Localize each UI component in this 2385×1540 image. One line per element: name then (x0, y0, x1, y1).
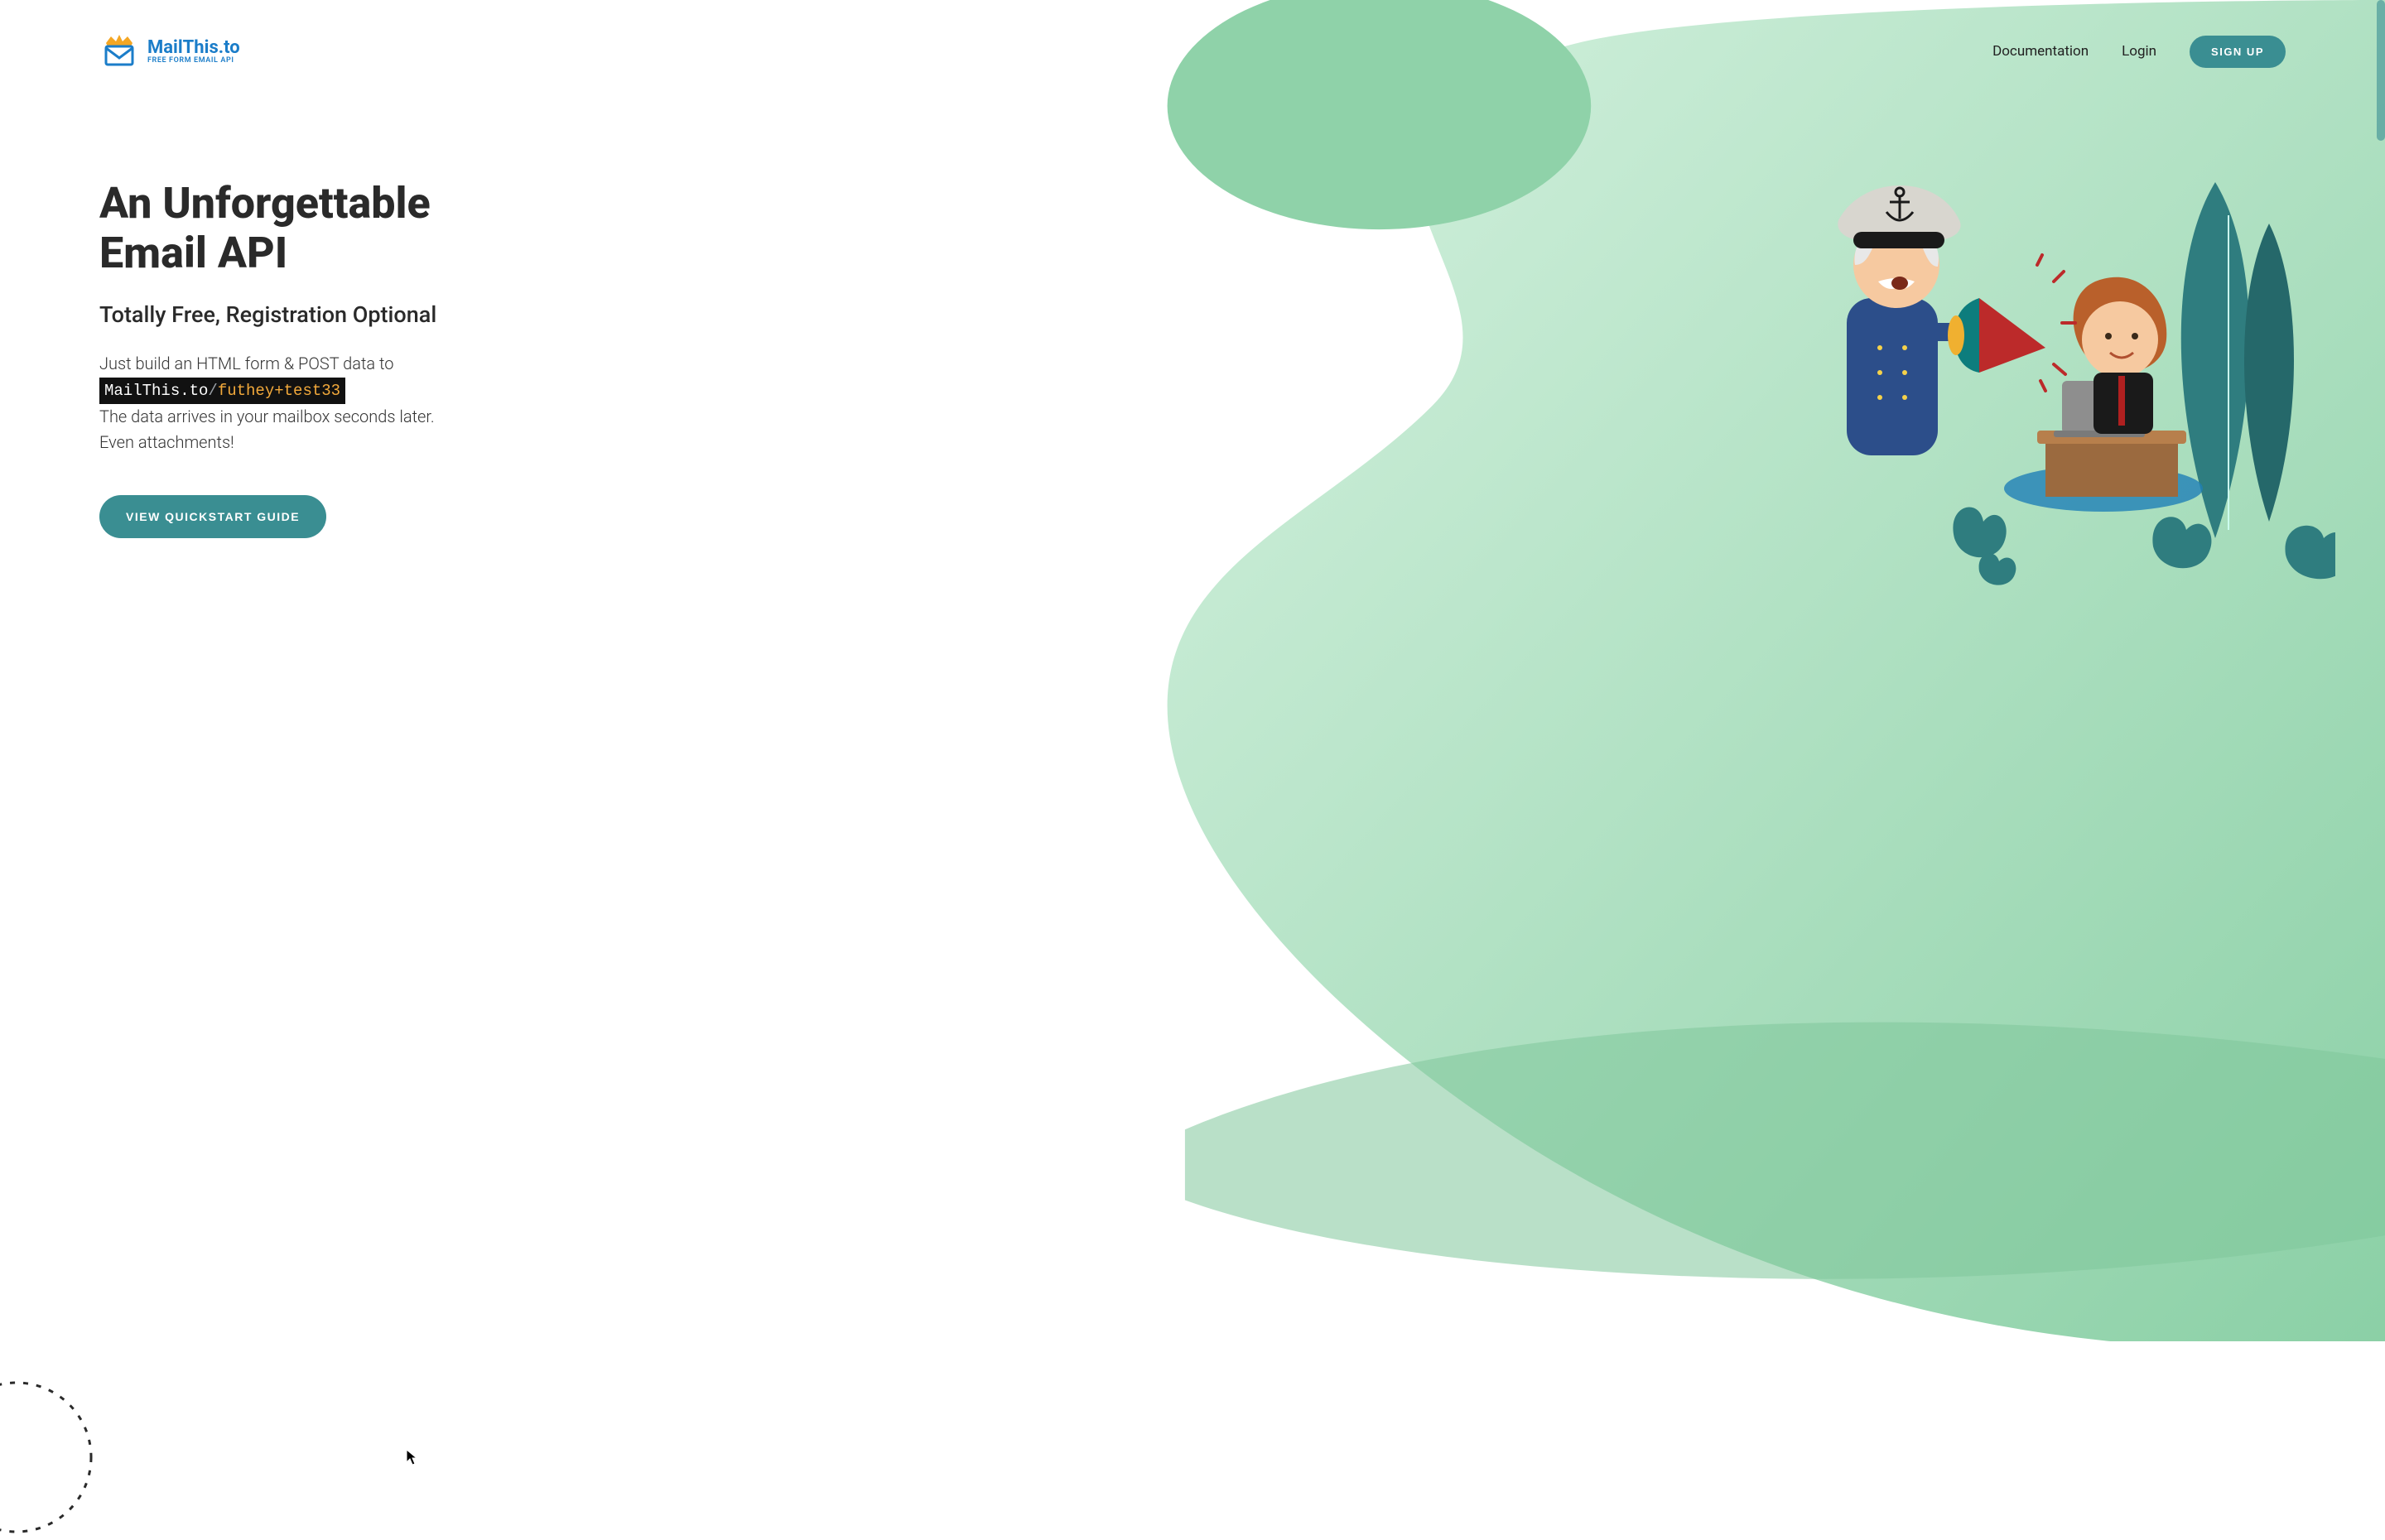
brand-tagline: FREE FORM EMAIL API (147, 57, 240, 65)
nav-login-link[interactable]: Login (2122, 43, 2156, 60)
anchor-icon (1886, 188, 1913, 220)
hero-section: An Unforgettable Email API Totally Free,… (0, 71, 580, 538)
laptop-icon (2054, 381, 2145, 437)
code-alias: futhey+test33 (218, 382, 340, 400)
hero-title: An Unforgettable Email API (99, 179, 480, 278)
puddle-icon (2004, 465, 2203, 512)
nav-documentation-link[interactable]: Documentation (1992, 43, 2089, 60)
quickstart-button[interactable]: VIEW QUICKSTART GUIDE (99, 495, 326, 538)
cursor-icon (406, 1449, 417, 1465)
hero-desc-before: Just build an HTML form & POST data to (99, 354, 393, 373)
code-host: MailThis.to (104, 382, 208, 400)
scrollbar-thumb[interactable] (2377, 0, 2385, 141)
hero-desc-after-2: Even attachments! (99, 432, 234, 452)
mail-crown-icon (99, 31, 139, 71)
background-blob (1002, 0, 2385, 1341)
plant-tall-icon (2181, 182, 2294, 538)
site-header: MailThis.to FREE FORM EMAIL API Document… (0, 0, 2385, 71)
dashed-circle-decoration (0, 1374, 99, 1540)
worker-character-icon (2074, 277, 2167, 434)
endpoint-code: MailThis.to/futhey+test33 (99, 378, 345, 405)
hero-subtitle: Totally Free, Registration Optional (99, 301, 480, 328)
signup-button[interactable]: SIGN UP (2190, 36, 2286, 68)
brand-name: MailThis.to (147, 38, 240, 57)
desk-icon (2037, 431, 2186, 497)
primary-nav: Documentation Login SIGN UP (1992, 36, 2286, 68)
brand-logo[interactable]: MailThis.to FREE FORM EMAIL API (99, 31, 240, 71)
megaphone-icon (1948, 255, 2075, 391)
captain-character-icon (1838, 185, 1991, 455)
hero-description: Just build an HTML form & POST data to M… (99, 351, 480, 456)
code-slash: / (208, 382, 217, 400)
hero-desc-after-1: The data arrives in your mailbox seconds… (99, 407, 435, 426)
hero-illustration (1706, 75, 2335, 638)
bush-icon (1953, 508, 2335, 585)
